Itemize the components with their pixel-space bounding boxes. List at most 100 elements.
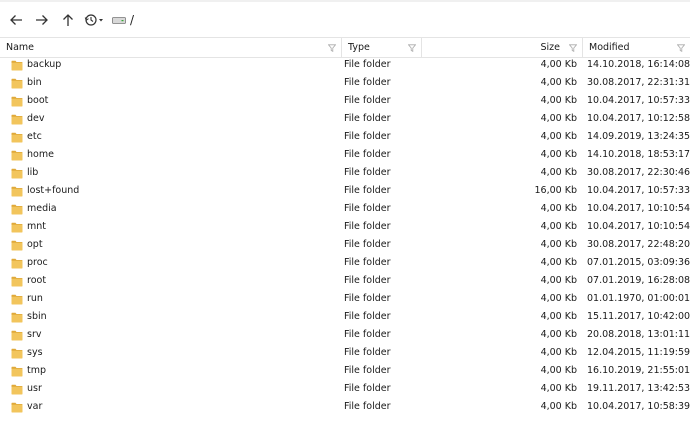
path-bar[interactable]: /	[112, 8, 134, 32]
current-path: /	[130, 13, 135, 27]
file-name: mnt	[27, 221, 46, 232]
file-name: home	[27, 149, 54, 160]
table-row[interactable]: bin File folder 4,00 Kb 30.08.2017, 22:31:3…	[0, 74, 690, 92]
file-size: 4,00 Kb	[540, 365, 577, 376]
column-header-name-label: Name	[6, 42, 35, 53]
file-type: File folder	[344, 239, 391, 250]
file-type: File folder	[344, 275, 391, 286]
folder-icon	[11, 222, 23, 233]
file-name: etc	[27, 131, 42, 142]
folder-icon	[11, 366, 23, 377]
history-icon	[84, 14, 103, 26]
table-row[interactable]: run File folder 4,00 Kb 01.01.1970, 01:00:0…	[0, 290, 690, 308]
filter-icon[interactable]	[568, 43, 578, 53]
file-size: 4,00 Kb	[540, 401, 577, 412]
table-row[interactable]: root File folder 4,00 Kb 07.01.2019, 16:28:…	[0, 272, 690, 290]
file-type: File folder	[344, 95, 391, 106]
file-name: root	[27, 275, 47, 286]
folder-icon	[11, 294, 23, 305]
file-size: 4,00 Kb	[540, 239, 577, 250]
file-modified: 19.11.2017, 13:42:53	[587, 383, 690, 394]
file-modified: 10.04.2017, 10:10:54	[587, 203, 690, 214]
table-row[interactable]: lib File folder 4,00 Kb 30.08.2017, 22:30:4…	[0, 164, 690, 182]
file-size: 4,00 Kb	[540, 203, 577, 214]
folder-icon	[11, 60, 23, 71]
history-dropdown-button[interactable]	[82, 8, 108, 32]
file-modified: 30.08.2017, 22:31:31	[587, 77, 690, 88]
folder-icon	[11, 150, 23, 161]
folder-icon	[11, 312, 23, 323]
toolbar: /	[0, 4, 690, 36]
file-size: 4,00 Kb	[540, 77, 577, 88]
column-header-modified-label: Modified	[589, 42, 630, 53]
filter-icon[interactable]	[676, 43, 686, 53]
file-list: backup File folder 4,00 Kb 14.10.2018, 16:1…	[0, 56, 690, 416]
file-size: 4,00 Kb	[540, 383, 577, 394]
file-type: File folder	[344, 77, 391, 88]
file-modified: 07.01.2019, 16:28:08	[587, 275, 690, 286]
file-name: backup	[27, 59, 62, 70]
filter-icon[interactable]	[327, 43, 337, 53]
file-modified: 30.08.2017, 22:48:20	[587, 239, 690, 250]
table-row[interactable]: boot File folder 4,00 Kb 10.04.2017, 10:57:…	[0, 92, 690, 110]
table-row[interactable]: sbin File folder 4,00 Kb 15.11.2017, 10:42:…	[0, 308, 690, 326]
file-type: File folder	[344, 293, 391, 304]
back-button[interactable]	[4, 8, 28, 32]
file-size: 4,00 Kb	[540, 275, 577, 286]
filter-icon[interactable]	[407, 43, 417, 53]
file-name: bin	[27, 77, 42, 88]
file-type: File folder	[344, 59, 391, 70]
table-row[interactable]: proc File folder 4,00 Kb 07.01.2015, 03:09:…	[0, 254, 690, 272]
file-name: sbin	[27, 311, 47, 322]
folder-icon	[11, 168, 23, 179]
file-modified: 10.04.2017, 10:57:33	[587, 95, 690, 106]
table-row[interactable]: tmp File folder 4,00 Kb 16.10.2019, 21:55:0…	[0, 362, 690, 380]
file-modified: 10.04.2017, 10:58:39	[587, 401, 690, 412]
file-modified: 14.09.2019, 13:24:35	[587, 131, 690, 142]
column-header: Name Type Size Modified	[0, 37, 690, 58]
file-type: File folder	[344, 185, 391, 196]
file-name: boot	[27, 95, 49, 106]
file-size: 4,00 Kb	[540, 95, 577, 106]
file-type: File folder	[344, 383, 391, 394]
column-header-size-label: Size	[540, 42, 560, 53]
file-name: srv	[27, 329, 42, 340]
table-row[interactable]: media File folder 4,00 Kb 10.04.2017, 10:10…	[0, 200, 690, 218]
file-name: proc	[27, 257, 48, 268]
table-row[interactable]: mnt File folder 4,00 Kb 10.04.2017, 10:10:5…	[0, 218, 690, 236]
file-type: File folder	[344, 329, 391, 340]
folder-icon	[11, 348, 23, 359]
folder-icon	[11, 96, 23, 107]
file-size: 4,00 Kb	[540, 311, 577, 322]
table-row[interactable]: etc File folder 4,00 Kb 14.09.2019, 13:24:3…	[0, 128, 690, 146]
file-type: File folder	[344, 131, 391, 142]
table-row[interactable]: lost+found File folder 16,00 Kb 10.04.2017,…	[0, 182, 690, 200]
table-row[interactable]: opt File folder 4,00 Kb 30.08.2017, 22:48:2…	[0, 236, 690, 254]
table-row[interactable]: backup File folder 4,00 Kb 14.10.2018, 16:1…	[0, 56, 690, 74]
file-size: 4,00 Kb	[540, 293, 577, 304]
file-size: 4,00 Kb	[540, 59, 577, 70]
folder-icon	[11, 384, 23, 395]
table-row[interactable]: var File folder 4,00 Kb 10.04.2017, 10:58:3…	[0, 398, 690, 416]
folder-icon	[11, 186, 23, 197]
file-size: 4,00 Kb	[540, 329, 577, 340]
column-header-name[interactable]: Name	[0, 38, 342, 57]
file-type: File folder	[344, 203, 391, 214]
file-size: 4,00 Kb	[540, 113, 577, 124]
table-row[interactable]: dev File folder 4,00 Kb 10.04.2017, 10:12:5…	[0, 110, 690, 128]
column-header-size[interactable]: Size	[422, 38, 583, 57]
table-row[interactable]: srv File folder 4,00 Kb 20.08.2018, 13:01:1…	[0, 326, 690, 344]
file-modified: 16.10.2019, 21:55:01	[587, 365, 690, 376]
table-row[interactable]: usr File folder 4,00 Kb 19.11.2017, 13:42:5…	[0, 380, 690, 398]
column-header-modified[interactable]: Modified	[583, 38, 690, 57]
folder-icon	[11, 114, 23, 125]
table-row[interactable]: home File folder 4,00 Kb 14.10.2018, 18:53:…	[0, 146, 690, 164]
up-button[interactable]	[56, 8, 80, 32]
file-name: tmp	[27, 365, 47, 376]
table-row[interactable]: sys File folder 4,00 Kb 12.04.2015, 11:19:5…	[0, 344, 690, 362]
folder-icon	[11, 132, 23, 143]
drive-icon	[112, 17, 126, 24]
file-modified: 01.01.1970, 01:00:01	[587, 293, 690, 304]
column-header-type[interactable]: Type	[342, 38, 422, 57]
forward-button[interactable]	[30, 8, 54, 32]
